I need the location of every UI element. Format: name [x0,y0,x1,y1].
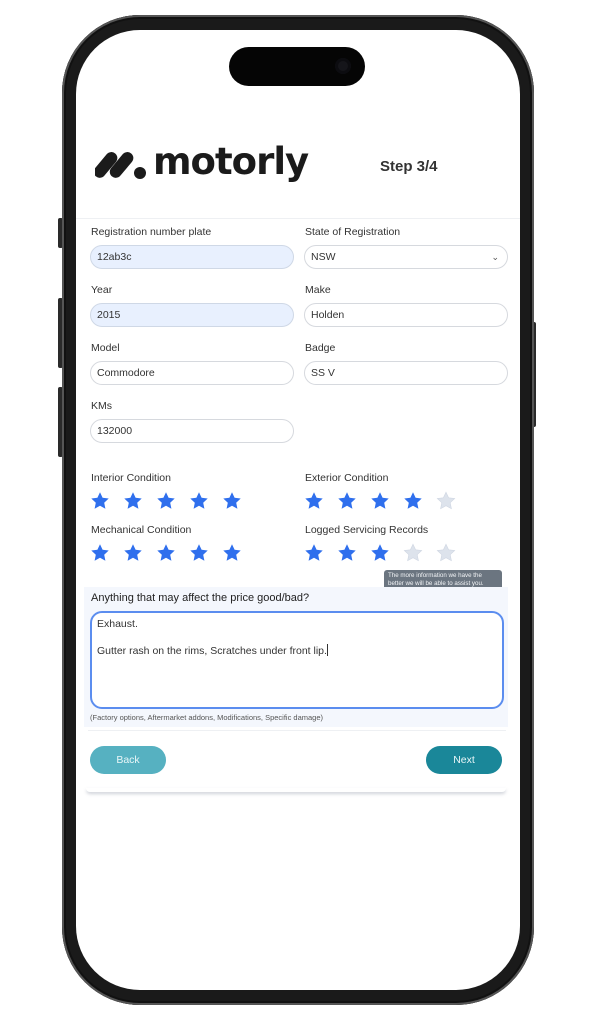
divider [88,730,506,731]
registration-label: Registration number plate [91,226,212,238]
star-filled-icon[interactable] [156,543,176,562]
chevron-down-icon: ⌄ [491,252,499,262]
notes-text: Exhaust. Gutter rash on the rims, Scratc… [97,618,327,657]
exterior-condition-rating[interactable] [304,491,456,510]
star-filled-icon[interactable] [337,543,357,562]
notes-hint: (Factory options, Aftermarket addons, Mo… [90,713,324,722]
year-label: Year [91,284,113,296]
registration-input[interactable]: 12ab3c [90,245,294,269]
star-filled-icon[interactable] [304,491,324,510]
app-header: motorly Step 3/4 [76,30,520,219]
year-input[interactable]: 2015 [90,303,294,327]
star-filled-icon[interactable] [123,491,143,510]
state-select-value: NSW [311,251,336,263]
notes-textarea[interactable]: Exhaust. Gutter rash on the rims, Scratc… [90,611,504,709]
star-filled-icon[interactable] [90,543,110,562]
star-filled-icon[interactable] [222,543,242,562]
state-label: State of Registration [305,226,401,238]
text-caret [326,644,328,656]
make-input[interactable]: Holden [304,303,508,327]
star-filled-icon[interactable] [370,543,390,562]
interior-condition-label: Interior Condition [91,472,171,484]
star-filled-icon[interactable] [156,491,176,510]
motorly-m-logo-icon [95,151,146,179]
mechanical-condition-label: Mechanical Condition [91,524,192,536]
card-bottom-edge [86,788,506,792]
star-filled-icon[interactable] [90,491,110,510]
star-empty-icon[interactable] [403,543,423,562]
kms-input[interactable]: 132000 [90,419,294,443]
device-mockup: motorly Step 3/4 Registration number pla… [0,0,614,1024]
star-empty-icon[interactable] [436,543,456,562]
star-filled-icon[interactable] [403,491,423,510]
make-label: Make [305,284,331,296]
star-filled-icon[interactable] [189,491,209,510]
brand-logo[interactable]: motorly [95,140,309,183]
model-input[interactable]: Commodore [90,361,294,385]
back-button[interactable]: Back [90,746,166,774]
star-filled-icon[interactable] [370,491,390,510]
brand-name: motorly [153,140,309,183]
badge-input[interactable]: SS V [304,361,508,385]
star-filled-icon[interactable] [222,491,242,510]
state-select[interactable]: NSW ⌄ [304,245,508,269]
notes-label: Anything that may affect the price good/… [91,592,310,604]
exterior-condition-label: Exterior Condition [305,472,389,484]
badge-label: Badge [305,342,336,354]
star-filled-icon[interactable] [189,543,209,562]
star-empty-icon[interactable] [436,491,456,510]
model-label: Model [91,342,120,354]
phone-screen: motorly Step 3/4 Registration number pla… [76,30,520,990]
mechanical-condition-rating[interactable] [90,543,242,562]
star-filled-icon[interactable] [123,543,143,562]
next-button[interactable]: Next [426,746,502,774]
star-filled-icon[interactable] [304,543,324,562]
interior-condition-rating[interactable] [90,491,242,510]
step-indicator: Step 3/4 [380,158,438,175]
notes-section: Anything that may affect the price good/… [84,587,508,727]
phone-frame: motorly Step 3/4 Registration number pla… [62,15,534,1005]
star-filled-icon[interactable] [337,491,357,510]
kms-label: KMs [91,400,112,412]
servicing-records-label: Logged Servicing Records [305,524,429,536]
servicing-records-rating[interactable] [304,543,456,562]
